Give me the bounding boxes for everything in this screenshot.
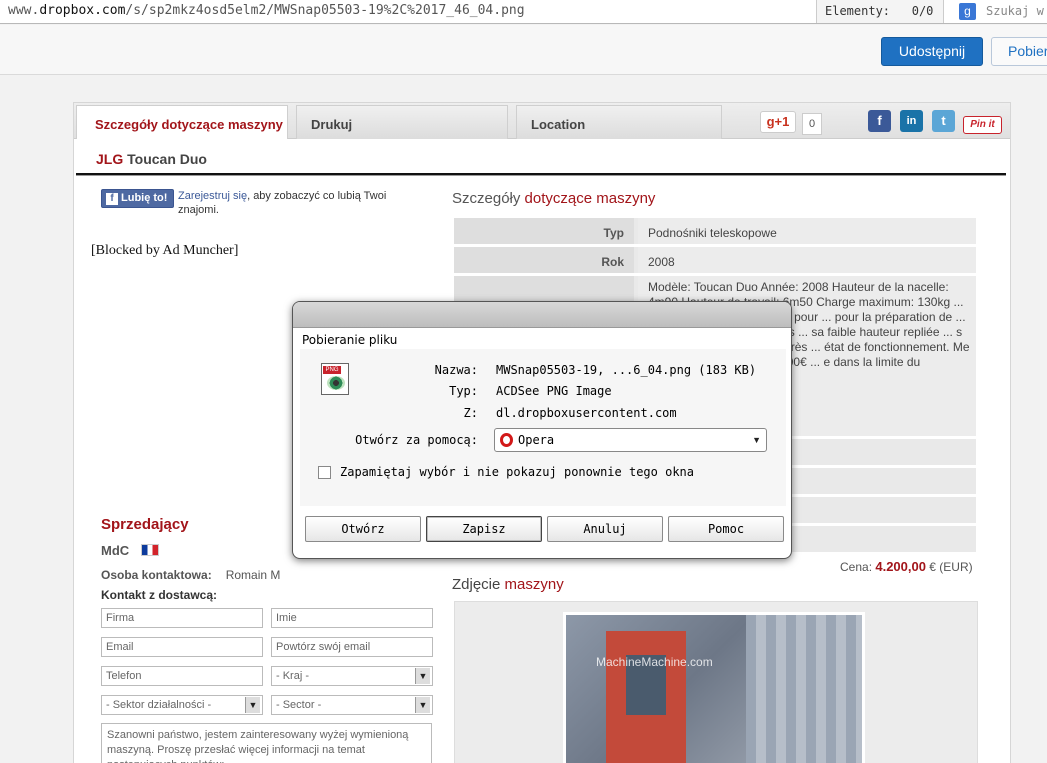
register-link[interactable]: Zarejestruj się xyxy=(178,190,247,202)
facebook-icon: f xyxy=(106,193,118,205)
share-button[interactable]: Udostępnij xyxy=(881,37,983,66)
search-input[interactable]: Szukaj w xyxy=(980,0,1047,23)
open-with-label: Otwórz za pomocą: xyxy=(355,433,478,447)
price-value: 4.200,00 xyxy=(875,559,926,574)
file-source-label: Z: xyxy=(463,406,478,420)
contact-label: Osoba kontaktowa: xyxy=(101,568,212,582)
detail-label: Typ xyxy=(454,218,634,244)
email-repeat-input[interactable]: Powtórz swój email xyxy=(271,637,433,657)
tab-bar: Szczegóły dotyczące maszyny Drukuj Locat… xyxy=(74,103,1010,139)
opera-icon xyxy=(500,433,513,447)
sector-select[interactable]: - Sector - xyxy=(271,695,433,715)
price: Cena: 4.200,00 € (EUR) xyxy=(840,559,973,574)
details-heading-part1: Szczegóły xyxy=(452,190,525,207)
open-button[interactable]: Otwórz xyxy=(305,516,421,542)
tab-machine-details[interactable]: Szczegóły dotyczące maszyny xyxy=(76,105,288,139)
linkedin-icon[interactable]: in xyxy=(900,110,923,132)
photo-area: MachineMachine.com xyxy=(454,601,978,763)
save-button[interactable]: Zapisz xyxy=(426,516,542,542)
blocked-ad-text: [Blocked by Ad Muncher] xyxy=(91,243,239,258)
file-name-value: MWSnap05503-19, ...6_04.png (183 KB) xyxy=(496,363,757,377)
machine-model: Toucan Duo xyxy=(123,151,207,167)
seller-name: MdC xyxy=(101,543,130,558)
machine-photo[interactable]: MachineMachine.com xyxy=(563,612,865,763)
tab-print[interactable]: Drukuj xyxy=(296,105,508,139)
download-button[interactable]: Pobier xyxy=(991,37,1047,66)
url-path: /s/sp2mkz4osd5elm2/MWSnap05503-19%2C%201… xyxy=(125,3,525,18)
photo-heading-part1: Zdjęcie xyxy=(452,576,505,593)
email-input[interactable]: Email xyxy=(101,637,263,657)
title-divider xyxy=(76,173,1006,176)
cancel-button[interactable]: Anuluj xyxy=(547,516,663,542)
detail-row-year: Rok 2008 xyxy=(454,247,976,273)
file-source-value: dl.dropboxusercontent.com xyxy=(496,406,677,420)
elements-counter: Elementy: 0/0 xyxy=(816,0,944,23)
sector-activity-select[interactable]: - Sektor działalności - xyxy=(101,695,263,715)
supplier-contact-heading: Kontakt z dostawcą: xyxy=(101,588,218,602)
open-with-select[interactable]: Opera ▼ xyxy=(494,428,767,452)
photo-watermark: MachineMachine.com xyxy=(596,655,713,669)
tab-location[interactable]: Location xyxy=(516,105,722,139)
machine-title: JLG Toucan Duo xyxy=(96,151,207,167)
contact-person: Osoba kontaktowa: Romain M xyxy=(101,568,280,582)
firm-input[interactable]: Firma xyxy=(101,608,263,628)
dialog-titlebar[interactable] xyxy=(293,302,791,328)
elements-label: Elementy: xyxy=(825,4,891,18)
download-dialog: Pobieranie pliku PNG Nazwa: MWSnap05503-… xyxy=(292,301,792,559)
open-with-value: Opera xyxy=(518,433,555,447)
photo-shelves xyxy=(746,615,862,763)
detail-label: Rok xyxy=(454,247,634,273)
contact-name: Romain M xyxy=(225,568,281,582)
facebook-like-button[interactable]: f Lubię to! xyxy=(101,189,174,208)
machine-brand: JLG xyxy=(96,151,124,167)
dropbox-header: Udostępnij Pobier xyxy=(0,25,1047,75)
like-label: Lubię to! xyxy=(121,192,168,204)
france-flag-icon xyxy=(141,544,159,556)
phone-input[interactable]: Telefon xyxy=(101,666,263,686)
price-label: Cena: xyxy=(840,560,876,574)
detail-row-type: Typ Podnośniki teleskopowe xyxy=(454,218,976,244)
details-heading-part2: dotyczące maszyny xyxy=(524,190,656,207)
message-textarea[interactable]: Szanowni państwo, jestem zainteresowany … xyxy=(101,723,432,763)
elements-count: 0/0 xyxy=(911,4,934,18)
help-button[interactable]: Pomoc xyxy=(668,516,784,542)
facebook-icon[interactable]: f xyxy=(868,110,891,132)
name-input[interactable]: Imie xyxy=(271,608,433,628)
photo-heading-part2: maszyny xyxy=(504,576,564,593)
price-unit: € (EUR) xyxy=(925,560,973,574)
seller-heading: Sprzedający xyxy=(101,516,189,533)
file-name-label: Nazwa: xyxy=(434,363,478,377)
dialog-title: Pobieranie pliku xyxy=(302,333,398,347)
google-plus-count: 0 xyxy=(802,113,822,135)
twitter-icon[interactable]: t xyxy=(932,110,955,132)
chevron-down-icon: ▼ xyxy=(752,435,761,445)
remember-choice-label[interactable]: Zapamiętaj wybór i nie pokazuj ponownie … xyxy=(340,465,694,479)
url-field[interactable]: www.dropbox.com/s/sp2mkz4osd5elm2/MWSnap… xyxy=(8,3,525,18)
pinterest-button[interactable]: Pin it xyxy=(963,116,1002,134)
url-prefix: www. xyxy=(8,3,40,18)
file-type-value: ACDSee PNG Image xyxy=(496,384,612,398)
photo-heading: Zdjęcie maszyny xyxy=(452,576,564,593)
file-type-label: Typ: xyxy=(449,384,478,398)
details-heading: Szczegóły dotyczące maszyny xyxy=(452,190,655,207)
google-search-icon[interactable]: g xyxy=(959,3,976,20)
detail-value: Podnośniki teleskopowe xyxy=(638,218,976,244)
country-select[interactable]: - Kraj - xyxy=(271,666,433,686)
google-plus-button[interactable]: g+1 xyxy=(760,111,796,133)
detail-value: 2008 xyxy=(638,247,976,273)
remember-choice-checkbox[interactable] xyxy=(318,466,331,479)
address-bar: www.dropbox.com/s/sp2mkz4osd5elm2/MWSnap… xyxy=(0,0,1047,24)
url-domain: dropbox.com xyxy=(39,3,126,18)
dialog-body: PNG Nazwa: MWSnap05503-19, ...6_04.png (… xyxy=(300,349,786,506)
like-text: Zarejestruj się, aby zobaczyć co lubią T… xyxy=(178,189,418,217)
